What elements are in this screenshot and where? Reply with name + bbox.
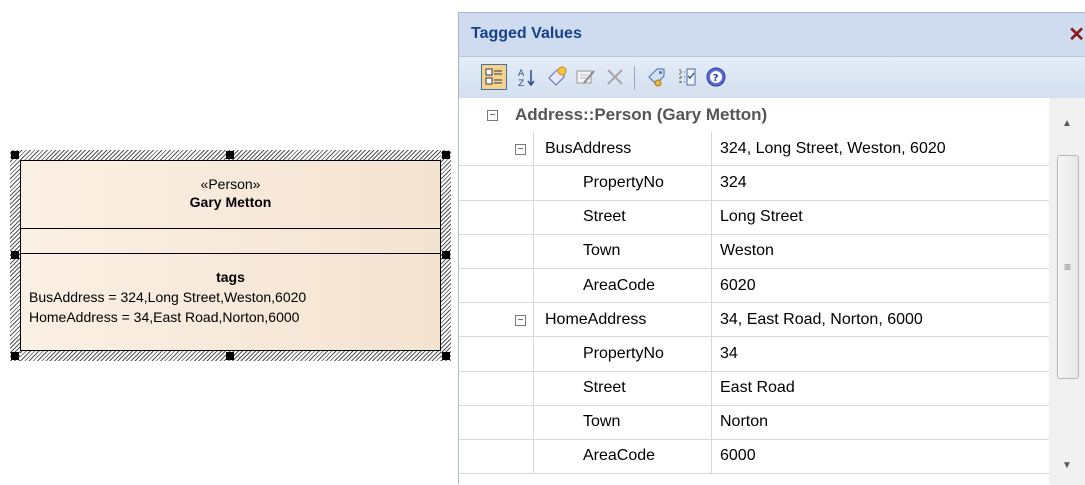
resize-handle-ne[interactable] — [442, 151, 450, 159]
table-row[interactable]: PropertyNo 324 — [459, 166, 1049, 201]
grid-line — [533, 405, 534, 439]
tag-value[interactable]: Long Street — [711, 200, 1049, 234]
grip-icon: ≡ — [1064, 260, 1072, 274]
new-tag-icon[interactable] — [544, 64, 570, 90]
table-row[interactable]: Town Weston — [459, 234, 1049, 269]
group-row[interactable]: − Address::Person (Gary Metton) — [459, 98, 1049, 133]
resize-handle-sw[interactable] — [11, 352, 19, 360]
resize-handle-se[interactable] — [442, 352, 450, 360]
tag-value[interactable]: 6000 — [711, 439, 1049, 474]
edit-tag-icon[interactable] — [573, 64, 599, 90]
toolbar: AZ ? — [459, 57, 1085, 99]
grid-line — [533, 166, 534, 200]
tag-value[interactable]: 324, Long Street, Weston, 6020 — [711, 132, 1049, 166]
tag-name: Town — [583, 413, 621, 431]
grid-line — [533, 439, 534, 474]
tag-name: AreaCode — [583, 276, 656, 294]
tag-value[interactable]: Weston — [711, 234, 1049, 268]
tags-compartment-title: tags — [216, 269, 245, 285]
tag-settings-icon[interactable] — [644, 64, 670, 90]
resize-handle-w[interactable] — [11, 251, 19, 259]
tag-line: HomeAddress = 34,East Road,Norton,6000 — [29, 309, 300, 325]
tag-value[interactable]: 34, East Road, Norton, 6000 — [711, 303, 1049, 337]
collapse-icon[interactable]: − — [515, 144, 526, 156]
table-row[interactable]: AreaCode 6020 — [459, 268, 1049, 304]
grid-line — [533, 303, 534, 337]
table-row[interactable]: Street East Road — [459, 371, 1049, 406]
close-icon[interactable]: ✕ — [1068, 22, 1085, 47]
grid-line — [533, 200, 534, 234]
tag-value[interactable]: Norton — [711, 405, 1049, 439]
group-label: Address::Person (Gary Metton) — [515, 105, 768, 125]
grid-line — [533, 371, 534, 405]
tag-name: PropertyNo — [583, 173, 664, 191]
resize-handle-nw[interactable] — [11, 151, 19, 159]
tagged-values-window: Tagged Values ✕ AZ ? − Address::Person (… — [458, 12, 1085, 485]
table-row[interactable]: − HomeAddress 34, East Road, Norton, 600… — [459, 303, 1049, 338]
resize-handle-s[interactable] — [226, 352, 234, 360]
svg-text:Z: Z — [518, 79, 524, 87]
element-name: Gary Metton — [189, 194, 272, 210]
toolbar-separator — [634, 66, 635, 90]
vertical-scrollbar[interactable]: ▲ ≡ ▼ — [1049, 98, 1085, 485]
collapse-icon[interactable]: − — [487, 110, 498, 121]
tag-name: Street — [583, 208, 626, 226]
svg-text:A: A — [518, 69, 525, 79]
person-element[interactable]: «Person» Gary Metton tags BusAddress = 3… — [10, 150, 451, 361]
resize-handle-e[interactable] — [442, 251, 450, 259]
tag-value[interactable]: 6020 — [711, 268, 1049, 303]
grid-line — [533, 268, 534, 303]
tag-name: PropertyNo — [583, 344, 664, 362]
table-row[interactable]: − BusAddress 324, Long Street, Weston, 6… — [459, 132, 1049, 167]
tag-value[interactable]: East Road — [711, 371, 1049, 405]
sort-alphabetical-icon[interactable]: AZ — [514, 64, 540, 90]
tagged-values-grid: − Address::Person (Gary Metton) − BusAdd… — [459, 98, 1049, 475]
table-row[interactable]: Street Long Street — [459, 200, 1049, 235]
tag-value[interactable]: 324 — [711, 166, 1049, 200]
grid-line — [533, 337, 534, 371]
tags-compartment: tags BusAddress = 324,Long Street,Weston… — [21, 254, 440, 327]
tag-value[interactable]: 34 — [711, 337, 1049, 371]
table-row[interactable]: AreaCode 6000 — [459, 439, 1049, 475]
delete-tag-icon[interactable] — [602, 64, 628, 90]
window-title: Tagged Values — [471, 25, 582, 42]
tag-name: BusAddress — [545, 139, 632, 157]
element-stereotype: «Person» — [200, 176, 261, 192]
scroll-down-icon[interactable]: ▼ — [1062, 460, 1072, 471]
scroll-thumb[interactable]: ≡ — [1057, 155, 1079, 379]
tag-name: HomeAddress — [545, 310, 647, 328]
grid-line — [533, 132, 534, 166]
element-header: «Person» Gary Metton — [21, 161, 440, 229]
tag-name: Street — [583, 379, 626, 397]
grid-line — [533, 234, 534, 268]
window-titlebar: Tagged Values ✕ — [459, 13, 1085, 57]
resize-handle-n[interactable] — [226, 151, 234, 159]
table-row[interactable]: PropertyNo 34 — [459, 337, 1049, 372]
categorized-view-icon[interactable] — [481, 64, 507, 90]
table-row[interactable]: Town Norton — [459, 405, 1049, 440]
svg-text:?: ? — [713, 73, 719, 84]
help-icon[interactable]: ? — [703, 64, 729, 90]
attributes-compartment — [21, 229, 440, 254]
collapse-icon[interactable]: − — [515, 315, 526, 327]
element-body[interactable]: «Person» Gary Metton tags BusAddress = 3… — [20, 160, 441, 351]
tag-line: BusAddress = 324,Long Street,Weston,6020 — [29, 289, 307, 305]
tag-name: Town — [583, 242, 621, 260]
scroll-up-icon[interactable]: ▲ — [1062, 118, 1072, 129]
tag-name: AreaCode — [583, 447, 656, 465]
show-inherited-icon[interactable] — [674, 64, 700, 90]
